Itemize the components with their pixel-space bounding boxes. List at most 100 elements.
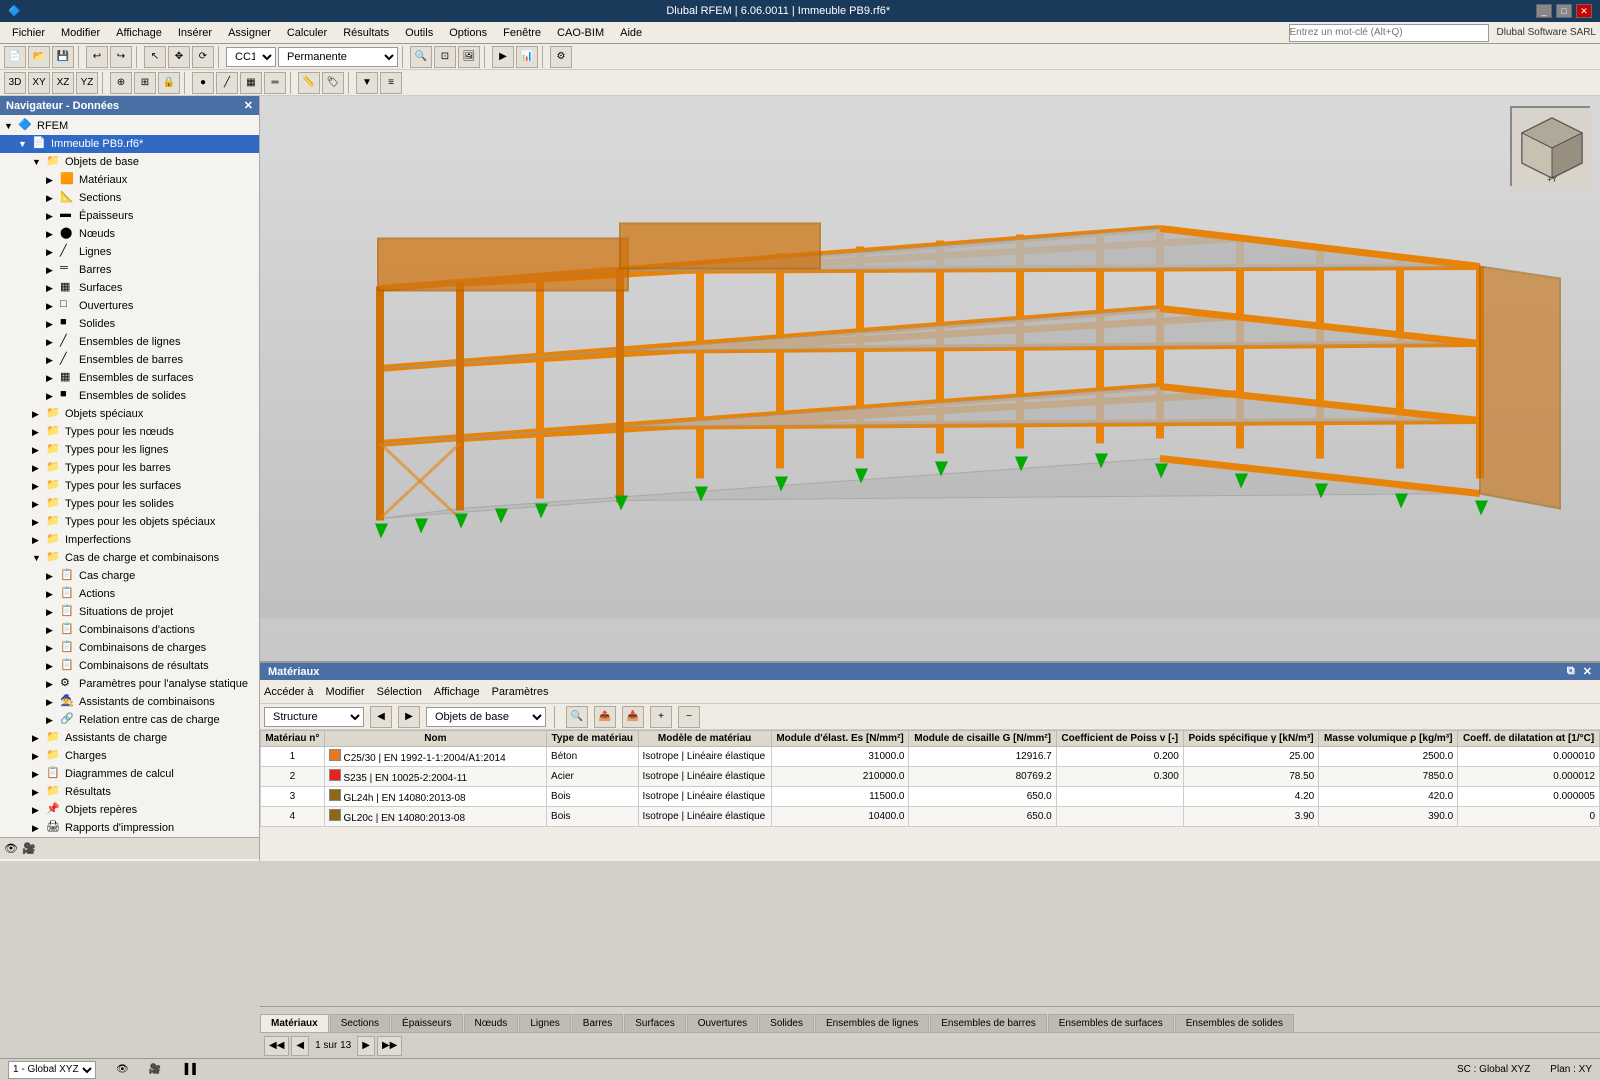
- tab-solides[interactable]: Solides: [759, 1014, 814, 1032]
- structure-filter[interactable]: Structure: [264, 707, 364, 727]
- calc-btn[interactable]: ▶: [492, 46, 514, 68]
- fit-btn[interactable]: ⊡: [434, 46, 456, 68]
- tree-barres[interactable]: ▶ ═ Barres: [0, 261, 259, 279]
- nav-close-icon[interactable]: ✕: [244, 99, 253, 112]
- undo-btn[interactable]: ↩: [86, 46, 108, 68]
- tab-noeuds[interactable]: Nœuds: [464, 1014, 519, 1032]
- surface-btn[interactable]: ▦: [240, 72, 262, 94]
- menu-inserer[interactable]: Insérer: [170, 25, 220, 41]
- tree-ens-solides[interactable]: ▶ ■ Ensembles de solides: [0, 387, 259, 405]
- menu-assigner[interactable]: Assigner: [220, 25, 279, 41]
- tree-ens-barres[interactable]: ▶ ╱ Ensembles de barres: [0, 351, 259, 369]
- filter-btn[interactable]: ▼: [356, 72, 378, 94]
- tree-comb-charges[interactable]: ▶ 📋 Combinaisons de charges: [0, 639, 259, 657]
- menu-outils[interactable]: Outils: [397, 25, 441, 41]
- menu-cao-bim[interactable]: CAO-BIM: [549, 25, 612, 41]
- tree-objets-base[interactable]: ▼ 📁 Objets de base: [0, 153, 259, 171]
- tree-sections[interactable]: ▶ 📐 Sections: [0, 189, 259, 207]
- prev-page-btn[interactable]: ◀: [291, 1036, 309, 1056]
- tree-assistants-charge[interactable]: ▶ 📁 Assistants de charge: [0, 729, 259, 747]
- view-yz-btn[interactable]: YZ: [76, 72, 98, 94]
- tree-comb-actions[interactable]: ▶ 📋 Combinaisons d'actions: [0, 621, 259, 639]
- snap-btn[interactable]: ⊕: [110, 72, 132, 94]
- tab-barres[interactable]: Barres: [572, 1014, 623, 1032]
- tree-comb-resultats[interactable]: ▶ 📋 Combinaisons de résultats: [0, 657, 259, 675]
- tree-ens-surfaces[interactable]: ▶ ▦ Ensembles de surfaces: [0, 369, 259, 387]
- tree-rfem[interactable]: ▼ 🔷 RFEM: [0, 117, 259, 135]
- close-button[interactable]: ✕: [1576, 4, 1592, 18]
- bar-btn[interactable]: ═: [264, 72, 286, 94]
- next-btn[interactable]: ▶: [398, 706, 420, 728]
- import-btn[interactable]: 📥: [622, 706, 644, 728]
- tree-cas-charge-comb[interactable]: ▼ 📁 Cas de charge et combinaisons: [0, 549, 259, 567]
- tree-noeuds[interactable]: ▶ ⬤ Nœuds: [0, 225, 259, 243]
- tree-imperfections[interactable]: ▶ 📁 Imperfections: [0, 531, 259, 549]
- line-btn[interactable]: ╱: [216, 72, 238, 94]
- open-btn[interactable]: 📂: [28, 46, 50, 68]
- tree-lignes[interactable]: ▶ ╱ Lignes: [0, 243, 259, 261]
- render-btn[interactable]: 🖼: [458, 46, 480, 68]
- tree-charges[interactable]: ▶ 📁 Charges: [0, 747, 259, 765]
- tab-ens-barres[interactable]: Ensembles de barres: [930, 1014, 1047, 1032]
- tree-solides[interactable]: ▶ ■ Solides: [0, 315, 259, 333]
- layer-btn[interactable]: ≡: [380, 72, 402, 94]
- tree-types-noeuds[interactable]: ▶ 📁 Types pour les nœuds: [0, 423, 259, 441]
- tab-materiaux[interactable]: Matériaux: [260, 1014, 329, 1032]
- table-row[interactable]: 4 GL20c | EN 14080:2013-08 Bois Isotrope…: [261, 807, 1600, 827]
- measure-btn[interactable]: 📏: [298, 72, 320, 94]
- minimize-button[interactable]: _: [1536, 4, 1552, 18]
- camera-status-icon[interactable]: 🎥: [149, 1064, 161, 1075]
- parametres-label[interactable]: Paramètres: [492, 686, 549, 698]
- table-row[interactable]: 1 C25/30 | EN 1992-1-1:2004/A1:2014 Béto…: [261, 747, 1600, 767]
- tree-actions[interactable]: ▶ 📋 Actions: [0, 585, 259, 603]
- close-panel-icon[interactable]: ✕: [1583, 665, 1592, 678]
- tab-ens-lignes[interactable]: Ensembles de lignes: [815, 1014, 929, 1032]
- tree-types-objets-speciaux[interactable]: ▶ 📁 Types pour les objets spéciaux: [0, 513, 259, 531]
- tree-situations-projet[interactable]: ▶ 📋 Situations de projet: [0, 603, 259, 621]
- tree-materiaux[interactable]: ▶ 🟧 Matériaux: [0, 171, 259, 189]
- first-page-btn[interactable]: ◀◀: [264, 1036, 289, 1056]
- annotation-btn[interactable]: 🏷: [322, 72, 344, 94]
- table-row[interactable]: 2 S235 | EN 10025-2:2004-11 Acier Isotro…: [261, 767, 1600, 787]
- save-btn[interactable]: 💾: [52, 46, 74, 68]
- move-btn[interactable]: ✥: [168, 46, 190, 68]
- eye-icon[interactable]: 👁: [4, 842, 18, 855]
- redo-btn[interactable]: ↪: [110, 46, 132, 68]
- menu-affichage[interactable]: Affichage: [108, 25, 170, 41]
- tree-types-barres[interactable]: ▶ 📁 Types pour les barres: [0, 459, 259, 477]
- acceder-label[interactable]: Accéder à: [264, 686, 314, 698]
- camera-icon[interactable]: 🎥: [22, 842, 36, 855]
- table-row[interactable]: 3 GL24h | EN 14080:2013-08 Bois Isotrope…: [261, 787, 1600, 807]
- view-3d-btn[interactable]: 3D: [4, 72, 26, 94]
- tree-diagrammes[interactable]: ▶ 📋 Diagrammes de calcul: [0, 765, 259, 783]
- tree-objets-reperes[interactable]: ▶ 📌 Objets repères: [0, 801, 259, 819]
- tab-ouvertures[interactable]: Ouvertures: [687, 1014, 758, 1032]
- menu-aide[interactable]: Aide: [612, 25, 650, 41]
- menu-resultats[interactable]: Résultats: [335, 25, 397, 41]
- view-combo[interactable]: 1 - Global XYZ: [8, 1061, 96, 1079]
- load-case-combo[interactable]: Permanente: [278, 47, 398, 67]
- modifier-label[interactable]: Modifier: [326, 686, 365, 698]
- del-mat-btn[interactable]: −: [678, 706, 700, 728]
- selection-label[interactable]: Sélection: [377, 686, 422, 698]
- view-xy-btn[interactable]: XY: [28, 72, 50, 94]
- eye-status-icon[interactable]: 👁: [116, 1064, 129, 1075]
- viewport-3d[interactable]: +Y: [260, 96, 1600, 661]
- next-page-btn[interactable]: ▶: [357, 1036, 375, 1056]
- case-combo[interactable]: CC1: [226, 47, 276, 67]
- prev-btn[interactable]: ◀: [370, 706, 392, 728]
- new-btn[interactable]: 📄: [4, 46, 26, 68]
- menu-calculer[interactable]: Calculer: [279, 25, 335, 41]
- tree-relation-cas[interactable]: ▶ 🔗 Relation entre cas de charge: [0, 711, 259, 729]
- zoom-btn[interactable]: 🔍: [410, 46, 432, 68]
- grid-btn[interactable]: ⊞: [134, 72, 156, 94]
- menu-fichier[interactable]: Fichier: [4, 25, 53, 41]
- view-xz-btn[interactable]: XZ: [52, 72, 74, 94]
- search-input[interactable]: [1289, 24, 1489, 42]
- tree-params-statique[interactable]: ▶ ⚙ Paramètres pour l'analyse statique: [0, 675, 259, 693]
- lock-btn[interactable]: 🔒: [158, 72, 180, 94]
- node-btn[interactable]: ●: [192, 72, 214, 94]
- tab-surfaces[interactable]: Surfaces: [624, 1014, 685, 1032]
- affichage-label[interactable]: Affichage: [434, 686, 480, 698]
- restore-icon[interactable]: ⧉: [1567, 665, 1575, 678]
